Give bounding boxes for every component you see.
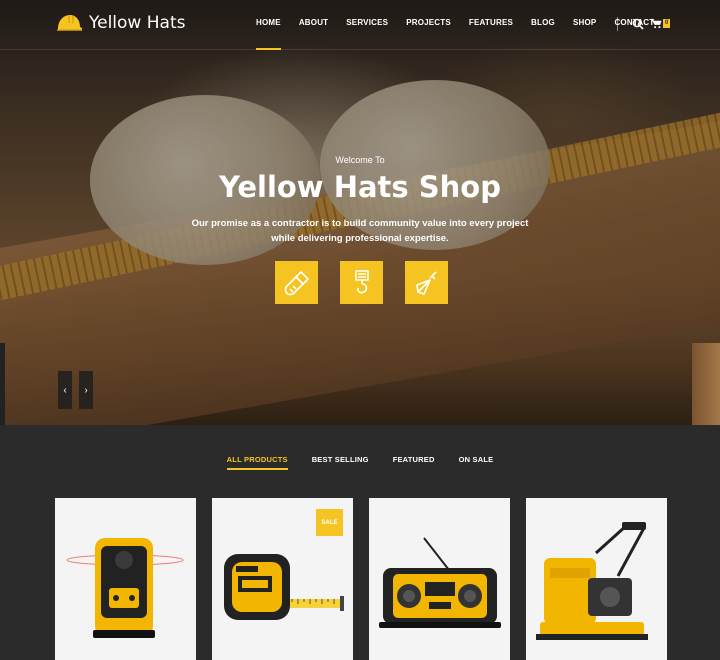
tab-featured[interactable]: FEATURED [393, 455, 435, 464]
tab-all-products[interactable]: ALL PRODUCTS [226, 455, 288, 470]
logo[interactable]: Yellow Hats [55, 11, 185, 35]
product-card[interactable] [369, 498, 510, 660]
crane-hook-icon [354, 269, 369, 293]
trowel-icon [415, 270, 437, 295]
hero-description: Our promise as a contractor is to build … [191, 218, 529, 244]
slider-prev-button[interactable]: ‹ [58, 371, 72, 409]
nav-divider [617, 17, 618, 31]
hard-hat-icon [57, 15, 82, 31]
logo-text: Yellow Hats [89, 13, 186, 33]
product-card[interactable]: SALE [212, 498, 353, 660]
nav-shop[interactable]: SHOP [573, 18, 596, 27]
hero-title: Yellow Hats Shop [219, 170, 501, 204]
main-nav: HOME ABOUT SERVICES PROJECTS FEATURES BL… [256, 18, 672, 50]
hero-overlay [0, 0, 720, 425]
crane-hook-tile[interactable] [340, 261, 383, 304]
cart-button[interactable]: 0 [651, 18, 671, 29]
site-header: Yellow Hats HOME ABOUT SERVICES PROJECTS… [0, 0, 720, 50]
nav-projects[interactable]: PROJECTS [406, 18, 451, 27]
slider-next-button[interactable]: › [79, 371, 93, 409]
rotary-laser-level-icon [66, 538, 184, 638]
nav-features[interactable]: FEATURES [469, 18, 513, 27]
product-card[interactable] [55, 498, 196, 660]
sale-badge: SALE [316, 509, 343, 536]
search-icon[interactable] [632, 18, 644, 30]
hero-slider: Welcome To Yellow Hats Shop Our promise … [0, 0, 720, 425]
tab-on-sale[interactable]: ON SALE [459, 455, 494, 464]
hero-side-edge-left [0, 343, 5, 425]
shopping-cart-icon [651, 18, 662, 29]
cart-count-badge: 0 [663, 19, 671, 28]
paint-brush-tile[interactable] [275, 261, 318, 304]
nav-blog[interactable]: BLOG [531, 18, 555, 27]
feature-icons [275, 261, 448, 304]
hero-subtitle: Welcome To [335, 155, 385, 165]
nav-home[interactable]: HOME [256, 18, 281, 50]
jobsite-radio-icon [379, 537, 501, 628]
trowel-tile[interactable] [405, 261, 448, 304]
product-tabs: ALL PRODUCTS BEST SELLING FEATURED ON SA… [0, 455, 720, 470]
plate-compactor-icon [536, 522, 648, 640]
product-card[interactable] [526, 498, 667, 660]
hero-side-edge-right [692, 343, 720, 425]
paint-brush-icon [284, 270, 309, 295]
tab-best-selling[interactable]: BEST SELLING [312, 455, 369, 464]
nav-about[interactable]: ABOUT [299, 18, 328, 27]
nav-services[interactable]: SERVICES [346, 18, 388, 27]
